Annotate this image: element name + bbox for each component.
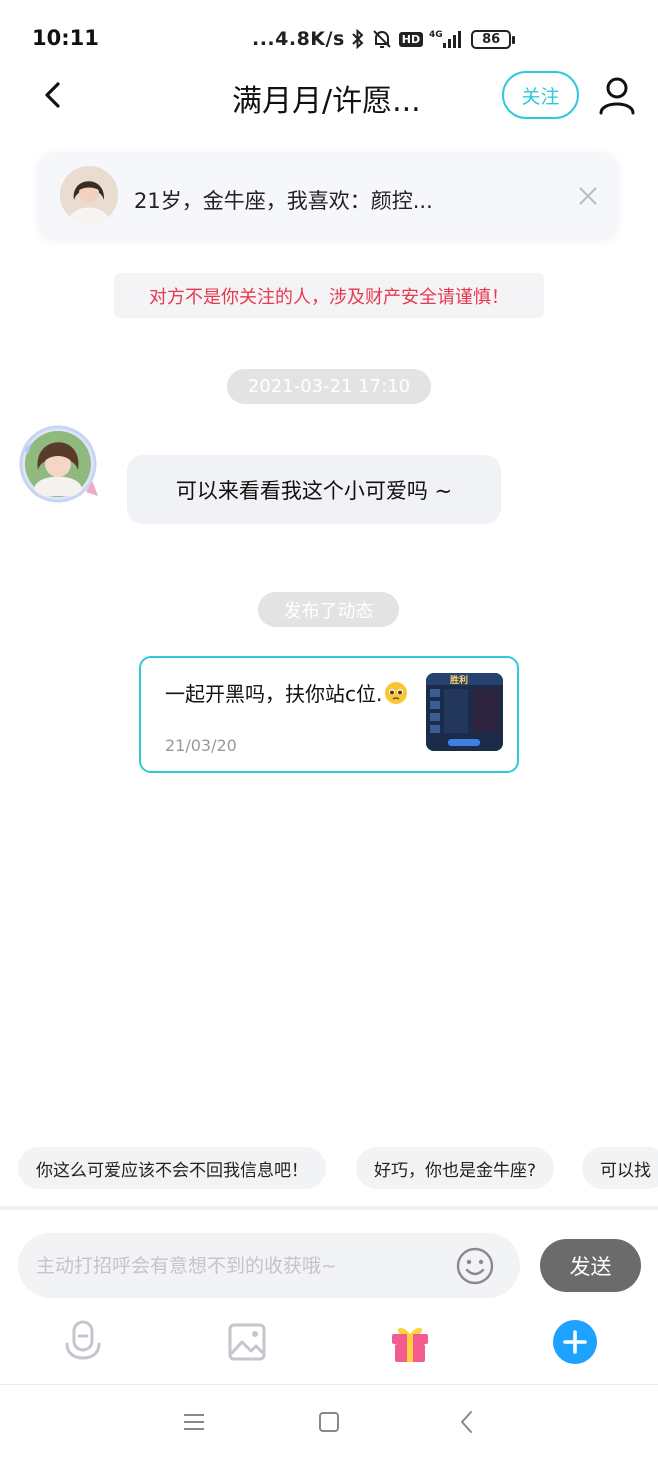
status-bar: 10:11 ...4.8K/s HD 4G 86 (0, 0, 658, 70)
close-icon (579, 187, 597, 205)
user-icon (599, 77, 635, 115)
status-icons: ...4.8K/s HD 4G 86 (252, 24, 516, 54)
svg-text:4G: 4G (429, 30, 443, 40)
follow-button[interactable]: 关注 (502, 71, 579, 119)
home-nav-button[interactable] (315, 1408, 343, 1436)
quick-reply-chip[interactable]: 好巧，你也是金牛座? (356, 1147, 555, 1189)
menu-nav-button[interactable] (180, 1408, 208, 1436)
emoji-button[interactable] (455, 1246, 495, 1286)
message-input[interactable] (18, 1233, 520, 1298)
bluetooth-icon (351, 28, 365, 50)
page-title: 满月月/许愿... (232, 84, 421, 119)
chat-screen: 10:11 ...4.8K/s HD 4G 86 满月月/许愿... 关注 21… (0, 0, 658, 1462)
microphone-icon (65, 1320, 101, 1360)
back-button[interactable] (34, 76, 72, 114)
quick-replies: 你这么可爱应该不会不回我信息吧！ 好巧，你也是金牛座? 可以找 (0, 1147, 658, 1191)
chevron-left-icon (45, 82, 60, 108)
nav-separator (0, 1384, 658, 1385)
quick-reply-chip[interactable]: 可以找 (582, 1147, 658, 1189)
message-timestamp: 2021-03-21 17:10 (227, 369, 431, 404)
square-icon (319, 1412, 339, 1432)
safety-warning: 对方不是你关注的人，涉及财产安全请谨慎！ (114, 273, 544, 318)
profile-button[interactable] (596, 74, 638, 116)
battery-indicator: 86 (471, 29, 516, 49)
message-bubble[interactable]: 可以来看看我这个小可爱吗 ~ (127, 455, 501, 524)
sender-avatar[interactable] (12, 420, 100, 508)
thumb-title: 胜利 (450, 676, 469, 686)
status-time: 10:11 (32, 26, 99, 50)
divider (0, 1206, 658, 1210)
image-icon (228, 1323, 266, 1361)
triangle-back-icon (461, 1411, 472, 1433)
signal-icon: 4G (429, 28, 465, 50)
plus-icon (553, 1320, 597, 1364)
mute-bell-icon (371, 28, 393, 50)
back-nav-button[interactable] (453, 1408, 481, 1436)
post-text: 一起开黑吗，扶你站c位. (165, 682, 383, 706)
gift-button[interactable] (388, 1320, 432, 1364)
hd-badge: HD (398, 31, 424, 47)
voice-button[interactable] (61, 1320, 105, 1364)
quick-reply-chip[interactable]: 你这么可爱应该不会不回我信息吧！ (18, 1147, 326, 1189)
more-button[interactable] (553, 1320, 597, 1364)
pleading-emoji-icon (385, 681, 408, 704)
profile-info-card[interactable]: 21岁，金牛座，我喜欢：颜控... (38, 152, 618, 238)
posted-label: 发布了动态 (258, 592, 399, 627)
post-date: 21/03/20 (165, 736, 237, 755)
post-card[interactable]: 一起开黑吗，扶你站c位. 21/03/20 胜利 (139, 656, 519, 773)
network-speed: ...4.8K/s (252, 28, 345, 50)
post-thumbnail: 胜利 (426, 673, 503, 751)
card-avatar (60, 166, 118, 224)
smiley-icon (456, 1247, 494, 1285)
menu-icon (184, 1414, 204, 1430)
profile-summary: 21岁，金牛座，我喜欢：颜控... (134, 189, 433, 213)
close-button[interactable] (578, 186, 598, 206)
post-text-row: 一起开黑吗，扶你站c位. (165, 678, 408, 707)
gift-icon (392, 1327, 428, 1362)
send-button[interactable]: 发送 (540, 1239, 641, 1292)
image-button[interactable] (225, 1320, 269, 1364)
